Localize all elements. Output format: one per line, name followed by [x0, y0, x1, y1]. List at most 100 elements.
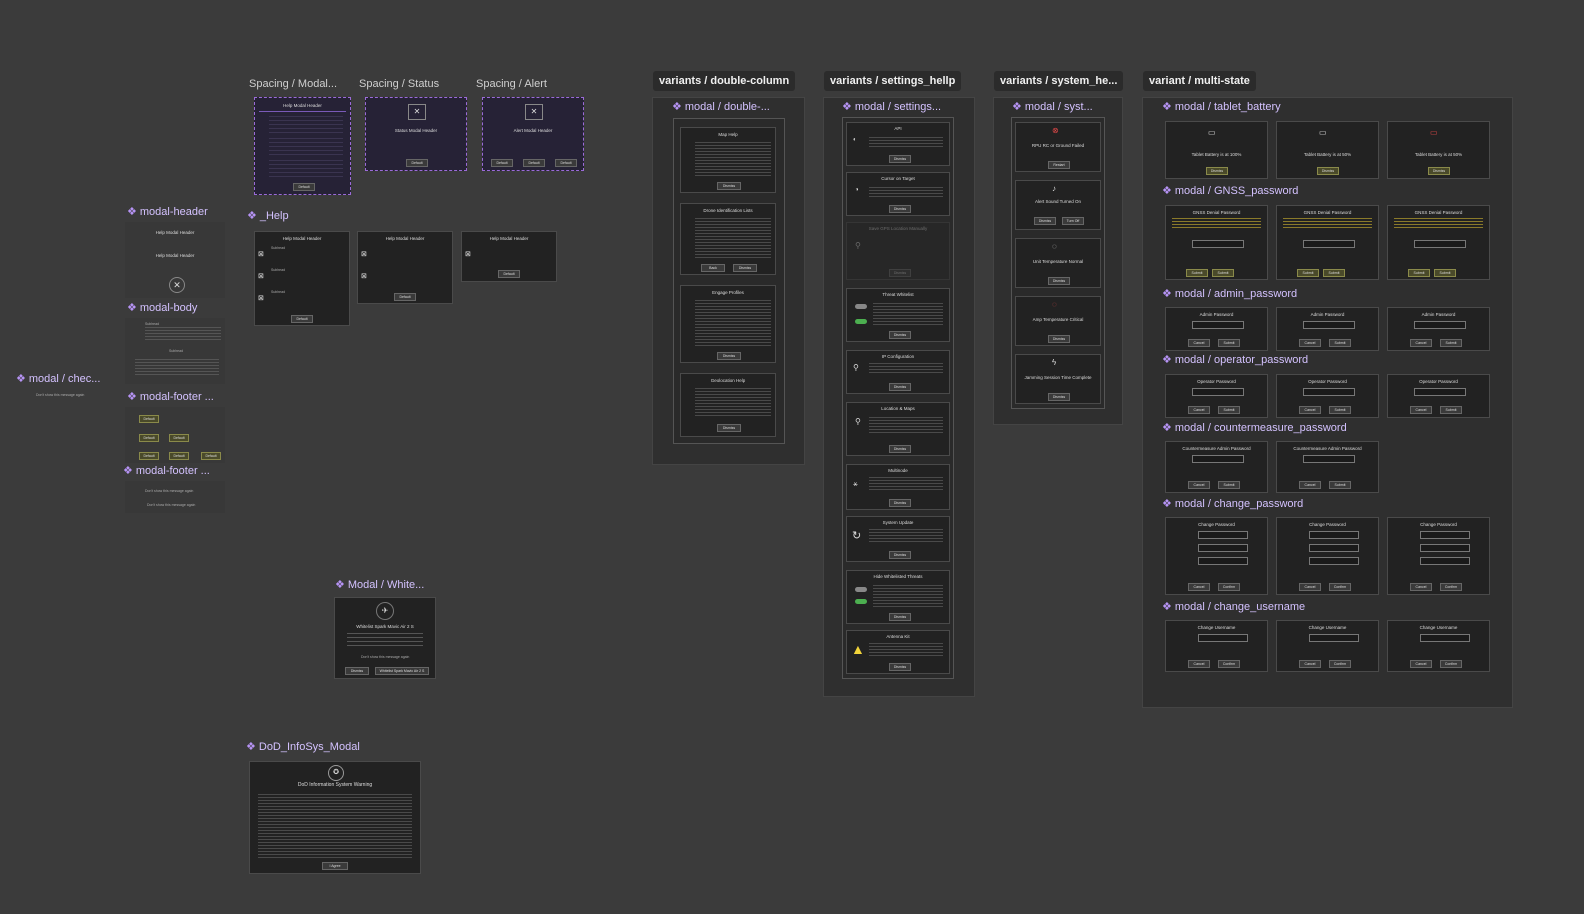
component-label-modal-body[interactable]: ❖ modal-body: [127, 301, 197, 314]
geolocation-help-card[interactable]: Geolocation Help Dismiss: [680, 373, 776, 437]
dismiss-button[interactable]: Dismiss: [889, 613, 911, 621]
system-card-amp-temp[interactable]: ◌ Amp Temperature Critical Dismiss: [1015, 296, 1101, 346]
spacing-modal-default-button[interactable]: Default: [293, 183, 315, 191]
dismiss-button[interactable]: Dismiss: [1048, 393, 1070, 401]
submit-button[interactable]: Submit: [1329, 481, 1351, 489]
countermeasure-password-2[interactable]: Countermeasure Admin Password Cancel Submi…: [1276, 441, 1379, 493]
confirm-password-input[interactable]: [1309, 557, 1359, 565]
spacing-status-frame[interactable]: ✕ Status Modal Header Default: [365, 97, 467, 171]
password-input[interactable]: [1192, 321, 1244, 329]
spacing-alert-button-1[interactable]: Default: [491, 159, 513, 167]
cancel-button[interactable]: Cancel: [1410, 583, 1432, 591]
password-input[interactable]: [1414, 388, 1466, 396]
confirm-button[interactable]: Confirm: [1440, 583, 1462, 591]
tablet-battery-low[interactable]: ▭ Tablet Battery is at 50% Dismiss: [1387, 121, 1490, 179]
password-input[interactable]: [1414, 321, 1466, 329]
cancel-button[interactable]: Cancel: [1299, 660, 1321, 668]
password-input[interactable]: [1303, 455, 1355, 463]
confirm-password-input[interactable]: [1420, 557, 1470, 565]
system-card-unit-temp[interactable]: ◌ Unit Temperature Normal Dismiss: [1015, 238, 1101, 288]
operator-password-3[interactable]: Operator Password Cancel Submit: [1387, 374, 1490, 418]
tablet-battery-100[interactable]: ▭ Tablet Battery is at 100% Dismiss: [1165, 121, 1268, 179]
spacing-alert-frame[interactable]: ✕ Alert Modal Header Default Default Def…: [482, 97, 584, 171]
help-modal-1-subhead[interactable]: Help Modal Header ⊠ Default: [461, 231, 557, 282]
settings-card-gps[interactable]: Save GPS Location Manually ⚲ Dismiss: [846, 222, 950, 280]
help-default-button[interactable]: Default: [291, 315, 313, 323]
submit-button[interactable]: Submit: [1218, 339, 1240, 347]
settings-card-ip[interactable]: IP Configuration ⚲ Dismiss: [846, 350, 950, 394]
submit-button[interactable]: Submit: [1329, 406, 1351, 414]
cancel-button[interactable]: Cancel: [1410, 660, 1432, 668]
submit-button[interactable]: Submit: [1218, 481, 1240, 489]
dismiss-button[interactable]: Dismiss: [889, 663, 911, 671]
current-password-input[interactable]: [1309, 531, 1359, 539]
frame-label-spacing-status[interactable]: Spacing / Status: [359, 78, 439, 90]
whitelist-confirm-button[interactable]: Whitelist Spark Mavic Air 2 S: [375, 667, 429, 675]
submit-button[interactable]: Submit: [1440, 339, 1462, 347]
component-label-countermeasure[interactable]: ❖ modal / countermeasure_password: [1162, 421, 1347, 434]
component-label-tablet-battery[interactable]: ❖ modal / tablet_battery: [1162, 100, 1281, 113]
dismiss-button[interactable]: Dismiss: [733, 264, 757, 272]
countermeasure-password-1[interactable]: Countermeasure Admin Password Cancel Submi…: [1165, 441, 1268, 493]
admin-password-1[interactable]: Admin Password Cancel Submit: [1165, 307, 1268, 351]
map-help-card[interactable]: Map Help Dismiss: [680, 127, 776, 193]
help-default-button[interactable]: Default: [498, 270, 520, 278]
component-label-change-password[interactable]: ❖ modal / change_password: [1162, 497, 1303, 510]
confirm-button[interactable]: Confirm: [1329, 583, 1351, 591]
help-default-button[interactable]: Default: [394, 293, 416, 301]
system-card-jamming[interactable]: ϟ Jamming Session Time Complete Dismiss: [1015, 354, 1101, 404]
dismiss-button[interactable]: Dismiss: [1317, 167, 1339, 175]
cancel-button[interactable]: Cancel: [1188, 583, 1210, 591]
cancel-button[interactable]: Cancel: [1188, 339, 1210, 347]
change-username-2[interactable]: Change Username Cancel Confirm: [1276, 620, 1379, 672]
modal-body-component[interactable]: Subhead Subhead: [125, 318, 225, 384]
modal-header-component[interactable]: Help Modal Header Help Modal Header ✕: [125, 222, 225, 298]
change-username-3[interactable]: Change Username Cancel Confirm: [1387, 620, 1490, 672]
component-label-admin[interactable]: ❖ modal / admin_password: [1162, 287, 1297, 300]
cancel-button[interactable]: Cancel: [1188, 406, 1210, 414]
restart-button[interactable]: Restart: [1048, 161, 1070, 169]
submit-button[interactable]: Submit: [1323, 269, 1345, 277]
confirm-button[interactable]: Confirm: [1329, 660, 1351, 668]
settings-card-antenna[interactable]: Antenna Kit ▲ Dismiss: [846, 630, 950, 674]
whitelist-modal[interactable]: ✈ Whitelist Spark Mavic Air 2 S Don't sh…: [334, 597, 436, 679]
system-card-alert-sound[interactable]: ♪ Alert Sound Turned On Dismiss Turn Off: [1015, 180, 1101, 230]
footer-default-button[interactable]: Default: [139, 415, 159, 423]
dismiss-button[interactable]: Dismiss: [889, 331, 911, 339]
component-label-system[interactable]: ❖ modal / syst...: [1012, 100, 1093, 113]
current-password-input[interactable]: [1198, 531, 1248, 539]
system-card-rpu[interactable]: ⊗ RPU RC or Ground Failed Restart: [1015, 122, 1101, 172]
component-label-settings[interactable]: ❖ modal / settings...: [842, 100, 941, 113]
dismiss-button[interactable]: Dismiss: [889, 383, 911, 391]
username-input[interactable]: [1420, 634, 1470, 642]
password-input[interactable]: [1192, 240, 1244, 248]
password-input[interactable]: [1303, 321, 1355, 329]
gnss-password-1[interactable]: GNSS Denial Password Submit Submit: [1165, 205, 1268, 280]
component-label-whitelist[interactable]: ❖ Modal / White...: [335, 578, 424, 591]
dismiss-button[interactable]: Dismiss: [889, 551, 911, 559]
settings-card-cot[interactable]: Cursor on Target ◑ Dismiss: [846, 172, 950, 216]
change-username-1[interactable]: Change Username Cancel Confirm: [1165, 620, 1268, 672]
help-modal-3-subheads[interactable]: Help Modal Header ⊠ ⊠ ⊠ Subhead Subhead …: [254, 231, 350, 326]
cancel-button[interactable]: Cancel: [1299, 339, 1321, 347]
dismiss-button[interactable]: Dismiss: [889, 445, 911, 453]
cancel-button[interactable]: Cancel: [1410, 339, 1432, 347]
dod-infosys-modal[interactable]: ✪ DoD Information System Warning I Agree: [249, 761, 421, 874]
engage-profiles-card[interactable]: Engage Profiles Dismiss: [680, 285, 776, 363]
cancel-button[interactable]: Cancel: [1299, 583, 1321, 591]
admin-password-2[interactable]: Admin Password Cancel Submit: [1276, 307, 1379, 351]
dismiss-button[interactable]: Dismiss: [1048, 335, 1070, 343]
dont-show-again-checkbox[interactable]: Don't show this message again: [361, 655, 409, 659]
cancel-button[interactable]: Cancel: [1299, 406, 1321, 414]
cancel-button[interactable]: Cancel: [1299, 481, 1321, 489]
password-input[interactable]: [1192, 455, 1244, 463]
gnss-password-3[interactable]: GNSS Denial Password Submit Submit: [1387, 205, 1490, 280]
spacing-alert-button-2[interactable]: Default: [523, 159, 545, 167]
username-input[interactable]: [1309, 634, 1359, 642]
footer-default-button[interactable]: Default: [169, 434, 189, 442]
submit-button[interactable]: Submit: [1434, 269, 1456, 277]
cancel-button[interactable]: Cancel: [1410, 406, 1432, 414]
confirm-button[interactable]: Confirm: [1218, 660, 1240, 668]
spacing-status-default-button[interactable]: Default: [406, 159, 428, 167]
back-button[interactable]: Back: [701, 264, 725, 272]
